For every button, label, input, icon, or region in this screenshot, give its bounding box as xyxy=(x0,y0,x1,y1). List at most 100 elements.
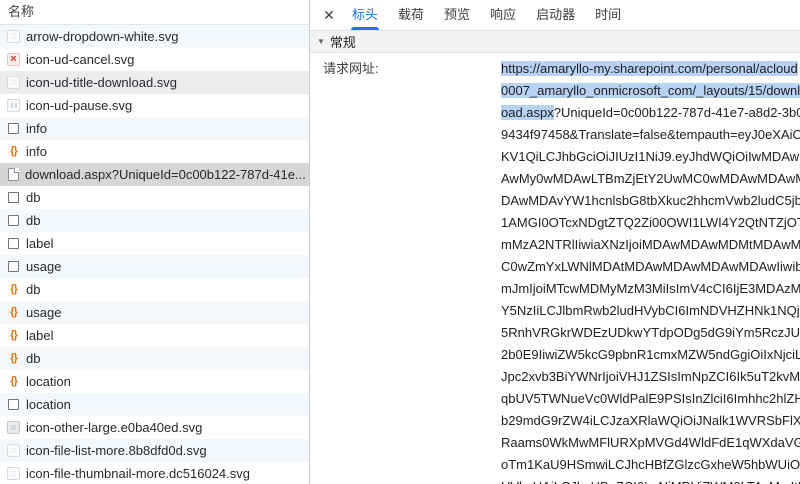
request-name: arrow-dropdown-white.svg xyxy=(26,29,178,44)
request-url-label: 请求网址: xyxy=(310,58,501,80)
network-request-row[interactable]: icon-file-list-more.8b8dfd0d.svg xyxy=(0,439,309,462)
network-request-row[interactable]: location xyxy=(0,393,309,416)
close-icon[interactable]: ✕ xyxy=(316,7,342,24)
request-name: icon-ud-title-download.svg xyxy=(26,75,177,90)
image-icon xyxy=(7,444,20,457)
json-icon: {} xyxy=(7,375,20,388)
tab-label: 载荷 xyxy=(398,7,424,22)
request-url-row: 请求网址: https://amaryllo-my.sharepoint.com… xyxy=(310,53,800,484)
network-request-row[interactable]: icon-other-large.e0ba40ed.svg xyxy=(0,416,309,439)
network-request-row[interactable]: {} label xyxy=(0,324,309,347)
request-url-line: mMzA2NTRlIiwiaXNzIjoiMDAwMDAwMDMtMDAwM xyxy=(501,234,800,256)
json-icon: {} xyxy=(7,329,20,342)
request-url-line: AwMy0wMDAwLTBmZjEtY2UwMC0wMDAwMDAwM xyxy=(501,168,800,190)
request-url-line: qbUV5TWNueVc0WldPalE9PSIsInZlciI6Imhhc2h… xyxy=(501,388,800,410)
request-name: icon-file-thumbnail-more.dc516024.svg xyxy=(26,466,250,481)
request-url-line: b29mdG9rZW4iLCJzaXRlaWQiOiJNalk1WVRSbFlX… xyxy=(501,410,800,432)
request-name: usage xyxy=(26,305,61,320)
details-tab-bar: ✕ 标头 载荷 预览 响应 启动器 时间 xyxy=(310,0,800,31)
request-url-line: oTm1KaU9HSmwiLCJhcHBfZGlzcGxheW5hbWUiOiJ… xyxy=(501,454,800,476)
square-icon xyxy=(8,123,19,134)
request-name: location xyxy=(26,374,71,389)
caret-down-icon: ▼ xyxy=(317,37,325,46)
tab-payload[interactable]: 载荷 xyxy=(388,0,434,30)
request-url-line: 2b0E9IiwiZW5kcG9pbnR1cmxMZW5ndGgiOiIxNjc… xyxy=(501,344,800,366)
request-url-line: HVhcHAiLCJhcHBpZCI6ImNiMDViZWM0LTAxMmItN xyxy=(501,476,800,484)
square-icon xyxy=(8,261,19,272)
image-icon xyxy=(7,76,20,89)
tab-timing[interactable]: 时间 xyxy=(585,0,631,30)
network-request-row[interactable]: {} db xyxy=(0,278,309,301)
image-icon xyxy=(7,30,20,43)
request-name: db xyxy=(26,190,40,205)
network-request-row[interactable]: icon-ud-pause.svg xyxy=(0,94,309,117)
request-name: icon-file-list-more.8b8dfd0d.svg xyxy=(26,443,207,458)
network-request-row[interactable]: usage xyxy=(0,255,309,278)
network-request-row[interactable]: db xyxy=(0,186,309,209)
request-url-line: https://amaryllo-my.sharepoint.com/perso… xyxy=(501,58,800,80)
network-request-row[interactable]: db xyxy=(0,209,309,232)
name-column-header[interactable]: 名称 xyxy=(0,0,309,25)
request-rows: arrow-dropdown-white.svg × icon-ud-cance… xyxy=(0,25,309,484)
square-icon xyxy=(8,399,19,410)
request-url-line: KV1QiLCJhbGciOiJIUzI1NiJ9.eyJhdWQiOiIwMD… xyxy=(501,146,800,168)
doc-icon xyxy=(8,168,19,181)
request-url-line: 9434f97458&Translate=false&tempauth=eyJ0… xyxy=(501,124,800,146)
square-icon xyxy=(8,215,19,226)
tab-response[interactable]: 响应 xyxy=(480,0,526,30)
network-request-row[interactable]: {} location xyxy=(0,370,309,393)
tab-label: 响应 xyxy=(490,7,516,22)
network-request-row[interactable]: icon-ud-title-download.svg xyxy=(0,71,309,94)
request-url-line: Raams0WkMwMFlURXpMVGd4WldFdE1qWXdaVGR xyxy=(501,432,800,454)
request-url-line: oad.aspx?UniqueId=0c00b122-787d-41e7-a8d… xyxy=(501,102,800,124)
network-request-row[interactable]: download.aspx?UniqueId=0c00b122-787d-41e… xyxy=(0,163,309,186)
tab-initiator[interactable]: 启动器 xyxy=(526,0,585,30)
request-url-line: Y5NzIiLCJlbmRwb2ludHVybCI6ImNDVHZHNk1NQj… xyxy=(501,300,800,322)
json-icon: {} xyxy=(7,145,20,158)
request-name: icon-other-large.e0ba40ed.svg xyxy=(26,420,202,435)
network-request-row[interactable]: × icon-ud-cancel.svg xyxy=(0,48,309,71)
image-dark-icon xyxy=(7,421,20,434)
network-request-list: 名称 arrow-dropdown-white.svg × icon-ud-ca… xyxy=(0,0,310,484)
general-section-header[interactable]: ▼ 常规 xyxy=(310,31,800,53)
request-name: db xyxy=(26,351,40,366)
square-icon xyxy=(8,238,19,249)
request-name: label xyxy=(26,328,53,343)
network-request-row[interactable]: label xyxy=(0,232,309,255)
network-request-row[interactable]: icon-file-thumbnail-more.dc516024.svg xyxy=(0,462,309,484)
network-request-row[interactable]: info xyxy=(0,117,309,140)
request-name: location xyxy=(26,397,71,412)
json-icon: {} xyxy=(7,352,20,365)
network-request-row[interactable]: {} db xyxy=(0,347,309,370)
network-request-row[interactable]: arrow-dropdown-white.svg xyxy=(0,25,309,48)
devtools-network-panel: 名称 arrow-dropdown-white.svg × icon-ud-ca… xyxy=(0,0,800,484)
section-title: 常规 xyxy=(330,32,356,51)
pause-icon xyxy=(7,99,20,112)
request-url-line: DAwMDAvYW1hcnlsbG8tbXkuc2hhcmVwb2ludC5jb… xyxy=(501,190,800,212)
network-request-row[interactable]: {} info xyxy=(0,140,309,163)
tab-preview[interactable]: 预览 xyxy=(434,0,480,30)
request-name: label xyxy=(26,236,53,251)
tab-label: 标头 xyxy=(352,7,378,22)
square-icon xyxy=(8,192,19,203)
network-request-row[interactable]: {} usage xyxy=(0,301,309,324)
request-url-value[interactable]: https://amaryllo-my.sharepoint.com/perso… xyxy=(501,58,800,484)
request-name: db xyxy=(26,282,40,297)
request-url-line: Jpc2xvb3BiYWNrIjoiVHJ1ZSIsImNpZCI6Ik5uT2… xyxy=(501,366,800,388)
request-name: db xyxy=(26,213,40,228)
image-icon xyxy=(7,467,20,480)
tab-label: 时间 xyxy=(595,7,621,22)
tab-label: 预览 xyxy=(444,7,470,22)
request-name: download.aspx?UniqueId=0c00b122-787d-41e… xyxy=(25,167,306,182)
request-url-line: 5RnhVRGkrWDEzUDkwYTdpODg5dG9iYm5RczJUWlh xyxy=(501,322,800,344)
cancel-icon: × xyxy=(7,53,20,66)
details-tabs: 标头 载荷 预览 响应 启动器 时间 xyxy=(342,0,631,30)
tab-label: 启动器 xyxy=(536,7,575,22)
request-url-line: C0wZmYxLWNlMDAtMDAwMDAwMDAwMDAwIiwib xyxy=(501,256,800,278)
request-name: info xyxy=(26,144,47,159)
request-details-panel: ✕ 标头 载荷 预览 响应 启动器 时间 ▼ 常规 请求网址: https://… xyxy=(310,0,800,484)
tab-headers[interactable]: 标头 xyxy=(342,0,388,30)
request-name: icon-ud-pause.svg xyxy=(26,98,132,113)
request-name: info xyxy=(26,121,47,136)
request-url-line: 0007_amaryllo_onmicrosoft_com/_layouts/1… xyxy=(501,80,800,102)
